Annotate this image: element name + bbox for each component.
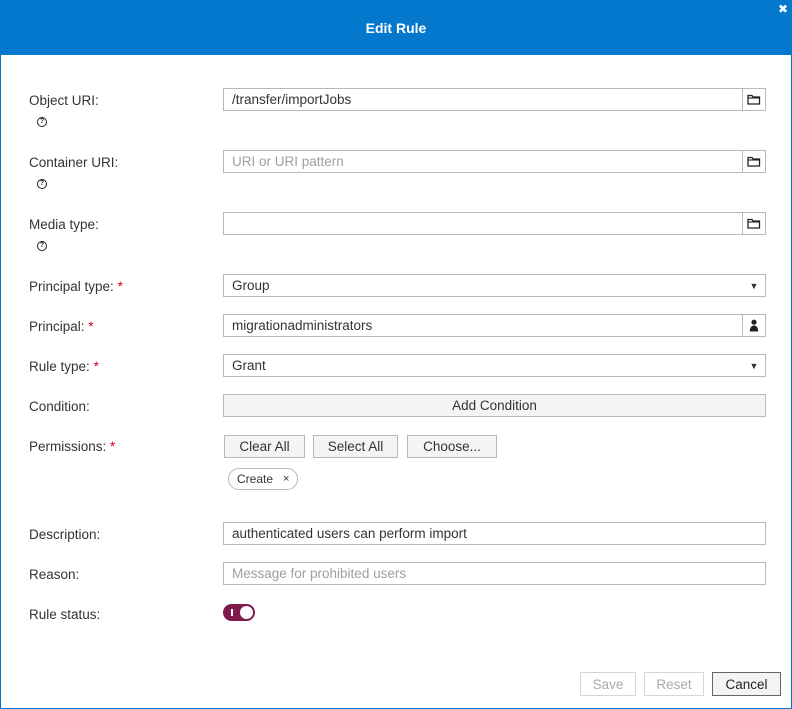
clear-all-button[interactable]: Clear All bbox=[224, 435, 305, 458]
required-marker: * bbox=[110, 439, 116, 454]
media-type-label: Media type: bbox=[29, 217, 99, 232]
toggle-knob bbox=[240, 606, 253, 619]
principal-type-value: Group bbox=[232, 278, 270, 293]
media-type-label-text: Media type: bbox=[29, 217, 99, 232]
principal-type-select[interactable]: Group ▼ bbox=[223, 274, 766, 297]
reason-field: Message for prohibited users bbox=[223, 562, 766, 585]
chevron-down-icon: ▼ bbox=[749, 280, 759, 291]
principal-type-label: Principal type: * bbox=[29, 279, 123, 294]
container-uri-label-text: Container URI: bbox=[29, 155, 119, 170]
object-uri-label-text: Object URI: bbox=[29, 93, 99, 108]
principal-picker-button[interactable] bbox=[742, 315, 765, 336]
save-button[interactable]: Save bbox=[580, 672, 636, 696]
close-icon[interactable]: × bbox=[283, 473, 289, 485]
principal-input[interactable]: migrationadministrators bbox=[224, 318, 742, 333]
permission-chip-label: Create bbox=[237, 472, 274, 486]
principal-type-label-text: Principal type: bbox=[29, 279, 114, 294]
cancel-button[interactable]: Cancel bbox=[712, 672, 781, 696]
edit-rule-dialog: Edit Rule ✖ Object URI: ? /transfer/impo… bbox=[0, 0, 792, 709]
condition-label-text: Condition: bbox=[29, 399, 90, 414]
container-uri-browse-button[interactable] bbox=[742, 151, 765, 172]
help-icon[interactable]: ? bbox=[37, 241, 47, 251]
dialog-title: Edit Rule bbox=[365, 20, 427, 36]
rule-type-label-text: Rule type: bbox=[29, 359, 90, 374]
required-marker: * bbox=[93, 359, 99, 374]
object-uri-browse-button[interactable] bbox=[742, 89, 765, 110]
toggle-on-indicator bbox=[231, 609, 233, 616]
close-icon[interactable]: ✖ bbox=[778, 3, 788, 15]
help-icon[interactable]: ? bbox=[37, 179, 47, 189]
object-uri-label: Object URI: bbox=[29, 93, 99, 108]
rule-type-label: Rule type: * bbox=[29, 359, 99, 374]
principal-label: Principal: * bbox=[29, 319, 94, 334]
media-type-browse-button[interactable] bbox=[742, 213, 765, 234]
container-uri-input[interactable]: URI or URI pattern bbox=[224, 154, 742, 169]
object-uri-field: /transfer/importJobs bbox=[223, 88, 766, 111]
dialog-header: Edit Rule ✖ bbox=[1, 1, 791, 55]
container-uri-label: Container URI: bbox=[29, 155, 118, 170]
permission-chip: Create × bbox=[228, 468, 299, 490]
description-field: authenticated users can perform import bbox=[223, 522, 766, 545]
media-type-field bbox=[223, 212, 766, 235]
rule-status-label: Rule status: bbox=[29, 607, 100, 622]
required-marker: * bbox=[88, 319, 94, 334]
rule-status-label-text: Rule status: bbox=[29, 607, 101, 622]
object-uri-input[interactable]: /transfer/importJobs bbox=[224, 92, 742, 107]
rule-status-toggle[interactable] bbox=[223, 604, 255, 621]
container-uri-field: URI or URI pattern bbox=[223, 150, 766, 173]
user-icon bbox=[749, 319, 759, 332]
required-marker: * bbox=[117, 279, 123, 294]
description-input[interactable]: authenticated users can perform import bbox=[224, 526, 765, 541]
permissions-label: Permissions: * bbox=[29, 439, 115, 454]
reset-button[interactable]: Reset bbox=[644, 672, 704, 696]
principal-label-text: Principal: bbox=[29, 319, 85, 334]
select-all-button[interactable]: Select All bbox=[313, 435, 398, 458]
folder-icon bbox=[747, 218, 761, 229]
rule-type-select[interactable]: Grant ▼ bbox=[223, 354, 766, 377]
choose-button[interactable]: Choose... bbox=[407, 435, 497, 458]
help-icon[interactable]: ? bbox=[37, 117, 47, 127]
description-label-text: Description: bbox=[29, 527, 101, 542]
folder-icon bbox=[747, 94, 761, 105]
reason-input[interactable]: Message for prohibited users bbox=[224, 566, 765, 581]
folder-icon bbox=[747, 156, 761, 167]
rule-type-value: Grant bbox=[232, 358, 266, 373]
condition-label: Condition: bbox=[29, 399, 90, 414]
description-label: Description: bbox=[29, 527, 100, 542]
chevron-down-icon: ▼ bbox=[749, 360, 759, 371]
reason-label: Reason: bbox=[29, 567, 79, 582]
principal-field: migrationadministrators bbox=[223, 314, 766, 337]
permissions-label-text: Permissions: bbox=[29, 439, 107, 454]
reason-label-text: Reason: bbox=[29, 567, 80, 582]
add-condition-button[interactable]: Add Condition bbox=[223, 394, 766, 417]
